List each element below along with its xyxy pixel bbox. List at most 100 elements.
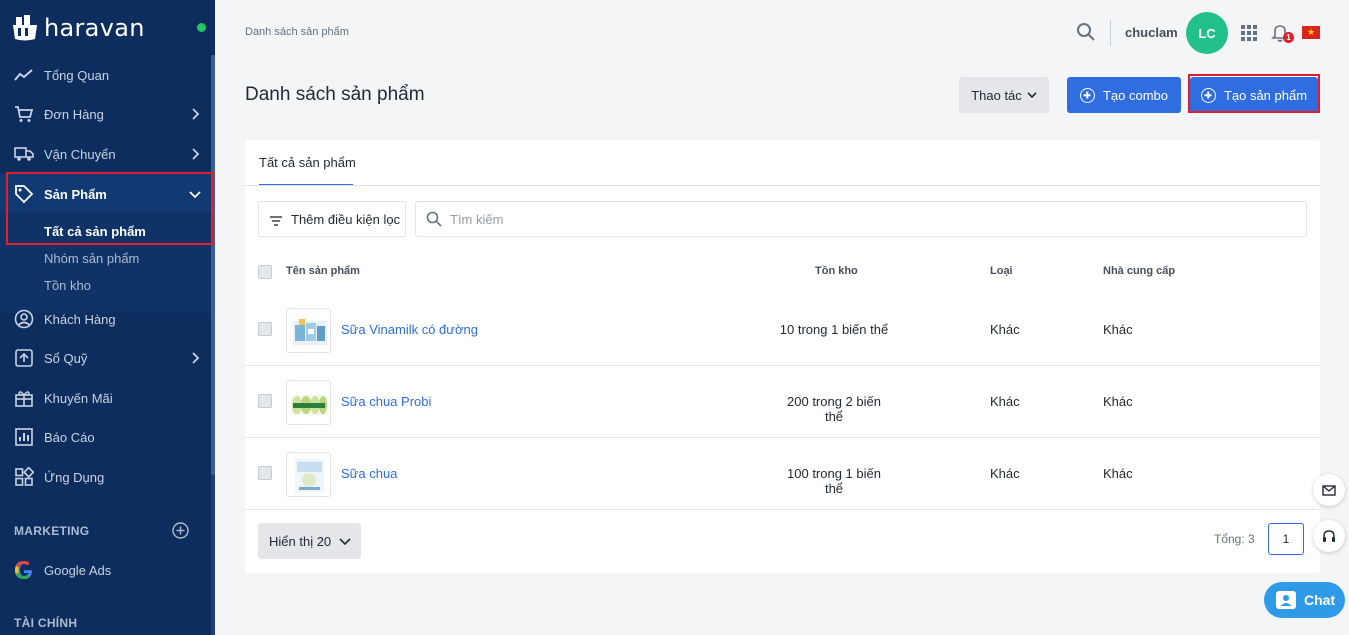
apps-grid-icon [14,467,34,487]
sidebar-item-label: Sổ Quỹ [44,350,88,366]
create-combo-label: Tạo combo [1102,87,1169,103]
product-list-card: Tất cả sản phẩm Thêm điều kiện lọc Tên s… [245,140,1320,573]
gift-icon [14,388,34,408]
search-input[interactable] [450,211,1250,227]
chevron-down-icon [1027,90,1037,100]
cart-icon [14,104,34,124]
per-page-dropdown[interactable]: Hiển thị 20 [258,523,361,559]
sidebar-item-google-ads[interactable]: Google Ads [0,550,211,590]
chevron-right-icon [189,108,201,120]
column-header-stock[interactable]: Tồn kho [815,265,858,277]
sidebar-item-cashbook[interactable]: Sổ Quỹ [0,338,211,378]
product-thumbnail[interactable] [286,452,331,497]
haravan-logo-icon [10,13,40,43]
table-row[interactable]: Sữa chua 100 trong 1 biến thể Khác Khác [245,438,1320,510]
sidebar-item-promotions[interactable]: Khuyến Mãi [0,378,211,418]
filter-icon [269,214,283,226]
plus-circle-icon [1079,87,1095,103]
sidebar-item-reports[interactable]: Báo Cáo [0,417,211,457]
sidebar-subitem-product-groups[interactable]: Nhóm sản phẩm [44,251,139,266]
marketing-section-title: MARKETING [14,524,90,538]
online-status-dot [197,23,206,32]
sidebar-item-apps[interactable]: Ứng Dụng [0,457,211,497]
table-row[interactable]: Sữa Vinamilk có đường 10 trong 1 biến th… [245,294,1320,366]
sidebar-item-label: Khuyến Mãi [44,390,113,406]
mail-icon [1322,484,1336,496]
chevron-right-icon [189,148,201,160]
add-filter-button[interactable]: Thêm điều kiện lọc [258,201,406,237]
sidebar-scrollbar-thumb[interactable] [211,55,215,475]
sidebar-item-label: Ứng Dụng [44,469,105,485]
product-type: Khác [990,322,1020,337]
search-icon[interactable] [1076,22,1096,42]
create-combo-button[interactable]: Tạo combo [1067,77,1181,113]
column-header-vendor[interactable]: Nhà cung cấp [1103,265,1175,277]
sidebar: haravan Tổng Quan Đơn Hàng Vận Chuyển Sả… [0,0,215,635]
chat-icon [1276,591,1296,609]
add-filter-label: Thêm điều kiện lọc [291,211,401,227]
sidebar-item-overview[interactable]: Tổng Quan [0,55,211,95]
sidebar-item-customers[interactable]: Khách Hàng [0,299,211,339]
avatar[interactable]: LC [1186,12,1228,54]
tab-divider [245,185,1320,186]
app-grid-icon[interactable] [1241,25,1257,41]
chart-line-icon [14,65,34,85]
google-icon [14,560,34,580]
brand-name: haravan [44,14,145,42]
row-checkbox[interactable] [258,394,272,408]
highlight-box [1188,74,1320,113]
headphones-icon [1322,529,1336,543]
total-count: Tổng: 3 [1214,532,1255,546]
chevron-down-icon [339,535,351,547]
sidebar-item-label: Vận Chuyển [44,146,116,162]
product-stock: 100 trong 1 biến thể [787,466,881,496]
vietnam-flag-icon[interactable]: ★ [1302,26,1320,39]
email-float-button[interactable] [1313,474,1345,506]
truck-icon [14,144,34,164]
sidebar-subitem-inventory[interactable]: Tồn kho [44,278,91,293]
sidebar-item-label: Tổng Quan [44,67,110,83]
product-stock: 10 trong 1 biến thể [779,322,889,337]
actions-dropdown-button[interactable]: Thao tác [959,77,1049,113]
page-title: Danh sách sản phẩm [245,84,425,105]
product-name-link[interactable]: Sữa chua Probi [341,394,431,409]
table-row[interactable]: Sữa chua Probi 200 trong 2 biến thể Khác… [245,366,1320,438]
user-circle-icon [14,309,34,329]
username[interactable]: chuclam [1125,25,1178,40]
pagination-page-1[interactable]: 1 [1268,523,1304,555]
product-vendor: Khác [1103,466,1133,481]
sidebar-item-orders[interactable]: Đơn Hàng [0,94,211,134]
highlight-box [6,172,213,245]
sidebar-item-label: Khách Hàng [44,311,116,327]
product-type: Khác [990,394,1020,409]
row-checkbox[interactable] [258,466,272,480]
product-vendor: Khác [1103,322,1133,337]
product-thumbnail[interactable] [286,308,331,353]
product-name-link[interactable]: Sữa chua [341,466,397,481]
sidebar-item-shipping[interactable]: Vận Chuyển [0,134,211,174]
finance-section-title: TÀI CHÍNH [14,616,78,630]
sidebar-item-label: Google Ads [44,562,112,578]
row-checkbox[interactable] [258,322,272,336]
chat-button[interactable]: Chat [1264,582,1345,618]
column-header-name[interactable]: Tên sản phẩm [286,265,360,277]
column-header-type[interactable]: Loại [990,265,1013,277]
product-name-link[interactable]: Sữa Vinamilk có đường [341,322,478,337]
sidebar-item-label: Đơn Hàng [44,106,104,122]
chevron-right-icon [189,352,201,364]
search-icon [426,211,442,227]
haravan-logo[interactable]: haravan [10,12,145,44]
cashbook-icon [14,348,34,368]
product-vendor: Khác [1103,394,1133,409]
actions-label: Thao tác [971,87,1022,103]
breadcrumb[interactable]: Danh sách sản phẩm [245,26,349,38]
sidebar-scrollbar[interactable] [211,55,215,635]
add-marketing-icon[interactable] [172,522,189,539]
product-stock: 200 trong 2 biến thể [787,394,881,424]
tab-all-products[interactable]: Tất cả sản phẩm [259,155,356,170]
product-thumbnail[interactable] [286,380,331,425]
chat-label: Chat [1304,592,1336,608]
product-search-box[interactable] [415,201,1307,237]
select-all-checkbox[interactable] [258,265,272,279]
support-float-button[interactable] [1313,520,1345,552]
